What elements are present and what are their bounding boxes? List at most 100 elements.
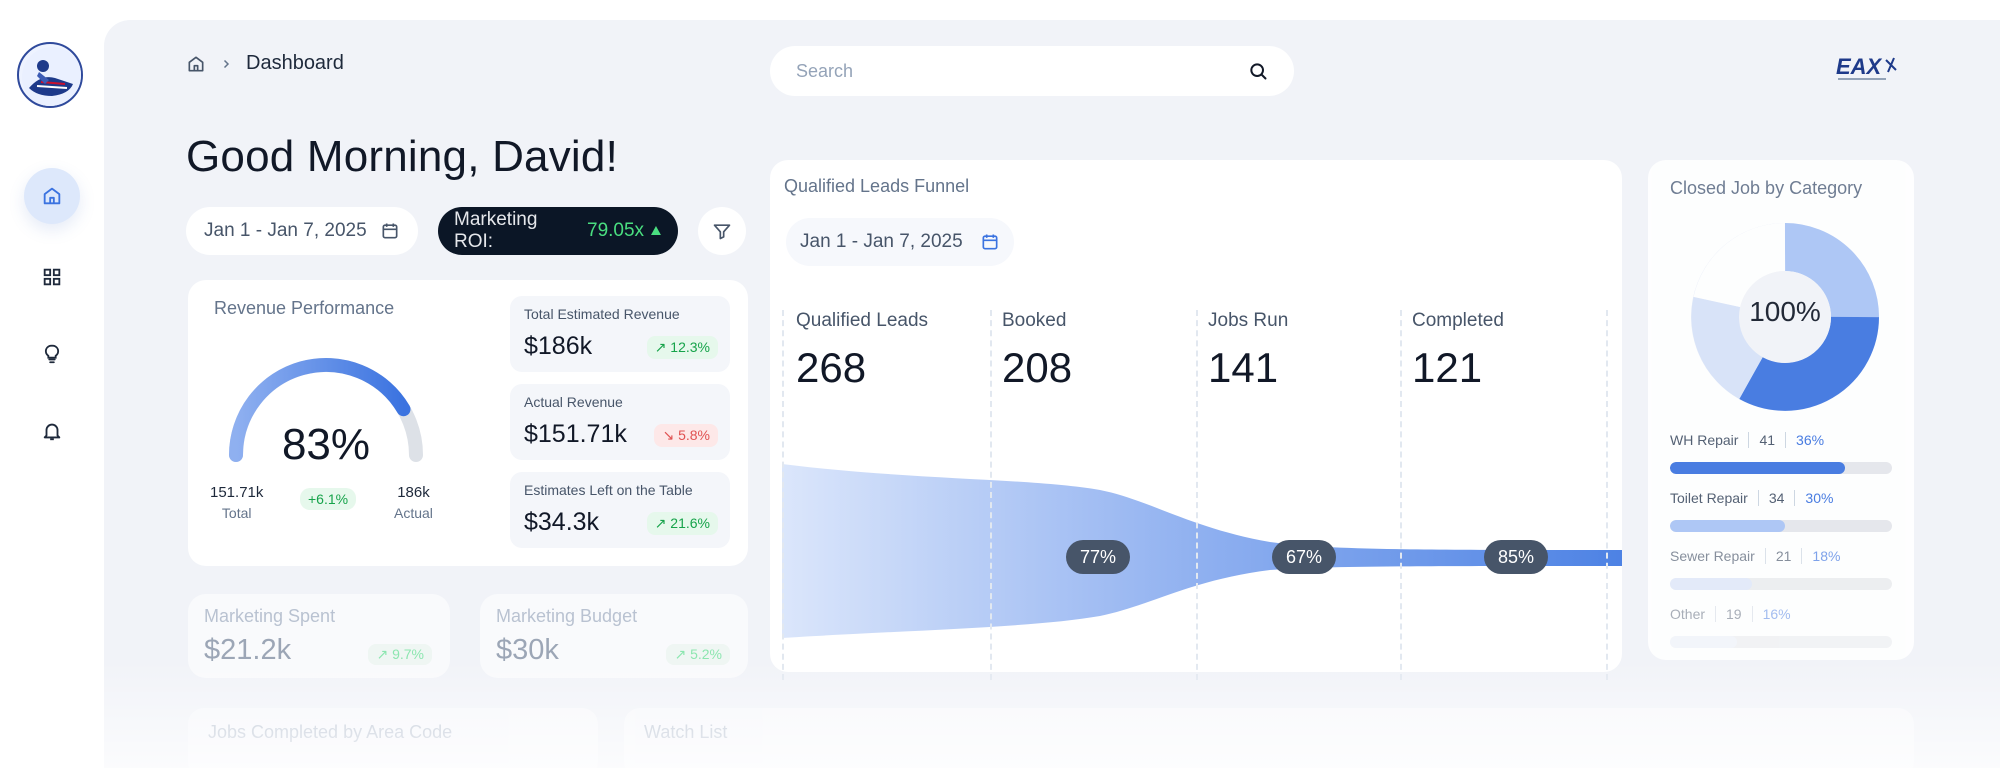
metric-label: Actual Revenue bbox=[524, 394, 623, 410]
category-progress-fill bbox=[1670, 636, 1737, 648]
stage-label: Jobs Run bbox=[1208, 310, 1289, 331]
category-progress-bar bbox=[1670, 636, 1892, 648]
category-percent: 16% bbox=[1762, 606, 1791, 622]
funnel-divider bbox=[1196, 310, 1198, 680]
greeting: Good Morning, David! bbox=[186, 132, 618, 181]
stage-label: Completed bbox=[1412, 310, 1504, 331]
category-count: 41 bbox=[1759, 432, 1776, 448]
marketing-spent-value: $21.2k bbox=[204, 634, 292, 666]
gauge-total: 151.71k Total bbox=[210, 484, 263, 521]
gauge-change-badge: +6.1% bbox=[300, 488, 357, 510]
category-row-toilet-repair: Toilet Repair 34 30% bbox=[1670, 490, 1892, 532]
watch-list-title: Watch List bbox=[644, 722, 728, 742]
category-progress-bar bbox=[1670, 578, 1892, 590]
bell-icon bbox=[43, 423, 61, 441]
search-bar[interactable]: Search bbox=[770, 46, 1294, 96]
category-row-sewer-repair: Sewer Repair 21 18% bbox=[1670, 548, 1892, 590]
stage-value: 268 bbox=[796, 344, 867, 391]
nav-notifications-button[interactable] bbox=[24, 403, 80, 459]
stage-value: 121 bbox=[1412, 344, 1483, 391]
funnel-divider bbox=[1400, 310, 1402, 680]
home-icon[interactable] bbox=[186, 54, 206, 74]
jobs-by-area-card: Jobs Completed by Area Code bbox=[188, 708, 598, 768]
conversion-badge: 85% bbox=[1484, 540, 1549, 574]
metric-change: ↗ 21.6% bbox=[646, 512, 718, 535]
jobs-by-area-title: Jobs Completed by Area Code bbox=[208, 722, 453, 742]
marketing-budget-change-value: 5.2% bbox=[690, 646, 722, 662]
filter-button[interactable] bbox=[698, 207, 746, 255]
metric-change: ↘ 5.8% bbox=[654, 424, 718, 447]
filter-icon bbox=[713, 224, 731, 240]
gauge-total-label: Total bbox=[221, 505, 252, 521]
category-row-wh-repair: WH Repair 41 36% bbox=[1670, 432, 1892, 474]
trend-up-icon: ↗ bbox=[654, 515, 667, 531]
category-label: Sewer Repair bbox=[1670, 548, 1755, 564]
metric-actual-revenue: Actual Revenue $151.71k ↘ 5.8% bbox=[510, 384, 730, 460]
funnel-stage-booked: Booked 208 bbox=[1002, 310, 1072, 392]
metric-change-value: 5.8% bbox=[678, 427, 710, 443]
search-icon[interactable] bbox=[1248, 61, 1268, 81]
trend-up-icon: ↗ bbox=[654, 339, 667, 355]
category-percent: 36% bbox=[1796, 432, 1825, 448]
stage-label: Qualified Leads bbox=[796, 310, 929, 331]
company-logo[interactable] bbox=[17, 42, 83, 108]
gauge-total-value: 151.71k bbox=[210, 484, 264, 501]
lightbulb-icon bbox=[44, 344, 60, 364]
breadcrumb-current[interactable]: Dashboard bbox=[246, 52, 344, 75]
metric-change-value: 12.3% bbox=[670, 339, 710, 355]
triangle-up-icon bbox=[651, 226, 662, 235]
nav-insights-button[interactable] bbox=[24, 326, 80, 382]
nav-grid-button[interactable] bbox=[24, 249, 80, 305]
metric-label: Estimates Left on the Table bbox=[524, 482, 693, 498]
gauge-actual-value: 186k bbox=[397, 484, 430, 501]
date-range-label: Jan 1 - Jan 7, 2025 bbox=[204, 220, 367, 241]
category-progress-fill bbox=[1670, 462, 1846, 474]
funnel-stage-qualified: Qualified Leads 268 bbox=[796, 310, 928, 392]
closed-job-category-card: Closed Job by Category 100% WH Repair 41 3… bbox=[1648, 160, 1914, 660]
category-progress-bar bbox=[1670, 520, 1892, 532]
gauge-actual: 186k Actual bbox=[394, 484, 433, 521]
funnel-stage-jobs-run: Jobs Run 141 bbox=[1208, 310, 1288, 392]
category-count: 19 bbox=[1726, 606, 1742, 622]
funnel-stage-completed: Completed 121 bbox=[1412, 310, 1504, 392]
gauge-value: 83% bbox=[281, 420, 371, 469]
gauge-actual-label: Actual bbox=[394, 505, 433, 521]
category-progress-fill bbox=[1670, 578, 1753, 590]
category-label: WH Repair bbox=[1670, 432, 1739, 448]
category-row-other: Other 19 16% bbox=[1670, 606, 1892, 648]
funnel-divider bbox=[782, 310, 784, 680]
roi-value: 79.05x bbox=[587, 220, 645, 241]
category-count: 34 bbox=[1768, 490, 1785, 506]
stage-label: Booked bbox=[1002, 310, 1067, 331]
marketing-spent-change-value: 9.7% bbox=[392, 646, 424, 662]
marketing-budget-card: Marketing Budget $30k ↗ 5.2% bbox=[480, 594, 748, 678]
watch-list-card: Watch List bbox=[624, 708, 1914, 768]
marketing-roi-badge[interactable]: Marketing ROI: 79.05x bbox=[438, 207, 678, 255]
breadcrumb: Dashboard bbox=[186, 52, 344, 75]
svg-text:EAX: EAX bbox=[1836, 54, 1883, 79]
main-panel: Dashboard Search EAX Good Morning, David… bbox=[104, 20, 2000, 768]
marketing-budget-change: ↗ 5.2% bbox=[666, 644, 730, 665]
metric-estimates-left: Estimates Left on the Table $34.3k ↗ 21.… bbox=[510, 472, 730, 548]
sidebar bbox=[0, 0, 104, 768]
category-label: Toilet Repair bbox=[1670, 490, 1748, 506]
grid-icon bbox=[43, 268, 61, 286]
conversion-badge: 67% bbox=[1272, 540, 1337, 574]
funnel-divider bbox=[1606, 310, 1608, 680]
nav-home-button[interactable] bbox=[24, 168, 80, 224]
category-progress-bar bbox=[1670, 462, 1892, 474]
date-range-picker[interactable]: Jan 1 - Jan 7, 2025 bbox=[186, 207, 418, 255]
category-percent: 18% bbox=[1812, 548, 1841, 564]
revenue-gauge: 83% bbox=[216, 350, 436, 490]
brand-logo: EAX bbox=[1836, 54, 1897, 80]
category-progress-fill bbox=[1670, 520, 1786, 532]
stage-value: 208 bbox=[1002, 344, 1073, 391]
metric-total-estimated: Total Estimated Revenue $186k ↗ 12.3% bbox=[510, 296, 730, 372]
metric-change: ↗ 12.3% bbox=[646, 336, 718, 359]
metric-value: $186k bbox=[524, 332, 593, 360]
stage-value: 141 bbox=[1208, 344, 1279, 391]
trend-down-icon: ↘ bbox=[662, 427, 675, 443]
app: Dashboard Search EAX Good Morning, David… bbox=[0, 0, 2000, 768]
category-count: 21 bbox=[1775, 548, 1792, 564]
marketing-spent-label: Marketing Spent bbox=[204, 606, 336, 626]
